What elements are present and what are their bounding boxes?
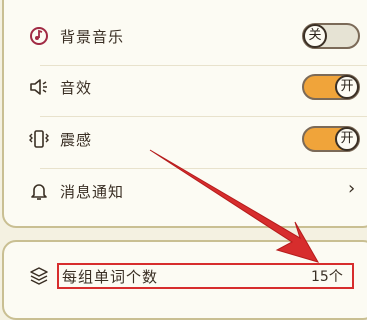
background-music-label: 背景音乐 [60, 28, 125, 46]
vibration-label: 震感 [60, 131, 93, 149]
music-note-icon [28, 25, 50, 47]
sound-effects-toggle[interactable]: 开 [302, 74, 360, 100]
layers-icon [28, 265, 50, 287]
setting-row-sound-effects: 音效 开 [0, 68, 367, 108]
chevron-right-icon: › [348, 178, 356, 199]
toggle-knob: 开 [335, 127, 359, 151]
divider [40, 65, 367, 66]
setting-row-background-music: 背景音乐 关 [0, 17, 367, 57]
divider [40, 168, 367, 169]
toggle-knob: 开 [335, 75, 359, 99]
bell-icon [28, 180, 50, 202]
background-music-toggle[interactable]: 关 [302, 23, 360, 49]
highlight-box [57, 263, 354, 289]
setting-row-notifications[interactable]: 消息通知 › [0, 172, 367, 212]
speaker-icon [28, 76, 50, 98]
divider [40, 116, 367, 117]
vibration-icon [28, 128, 50, 150]
toggle-knob: 关 [303, 24, 327, 48]
notifications-label: 消息通知 [60, 183, 125, 201]
vibration-toggle[interactable]: 开 [302, 126, 360, 152]
setting-row-vibration: 震感 开 [0, 120, 367, 160]
sound-effects-label: 音效 [60, 79, 93, 97]
